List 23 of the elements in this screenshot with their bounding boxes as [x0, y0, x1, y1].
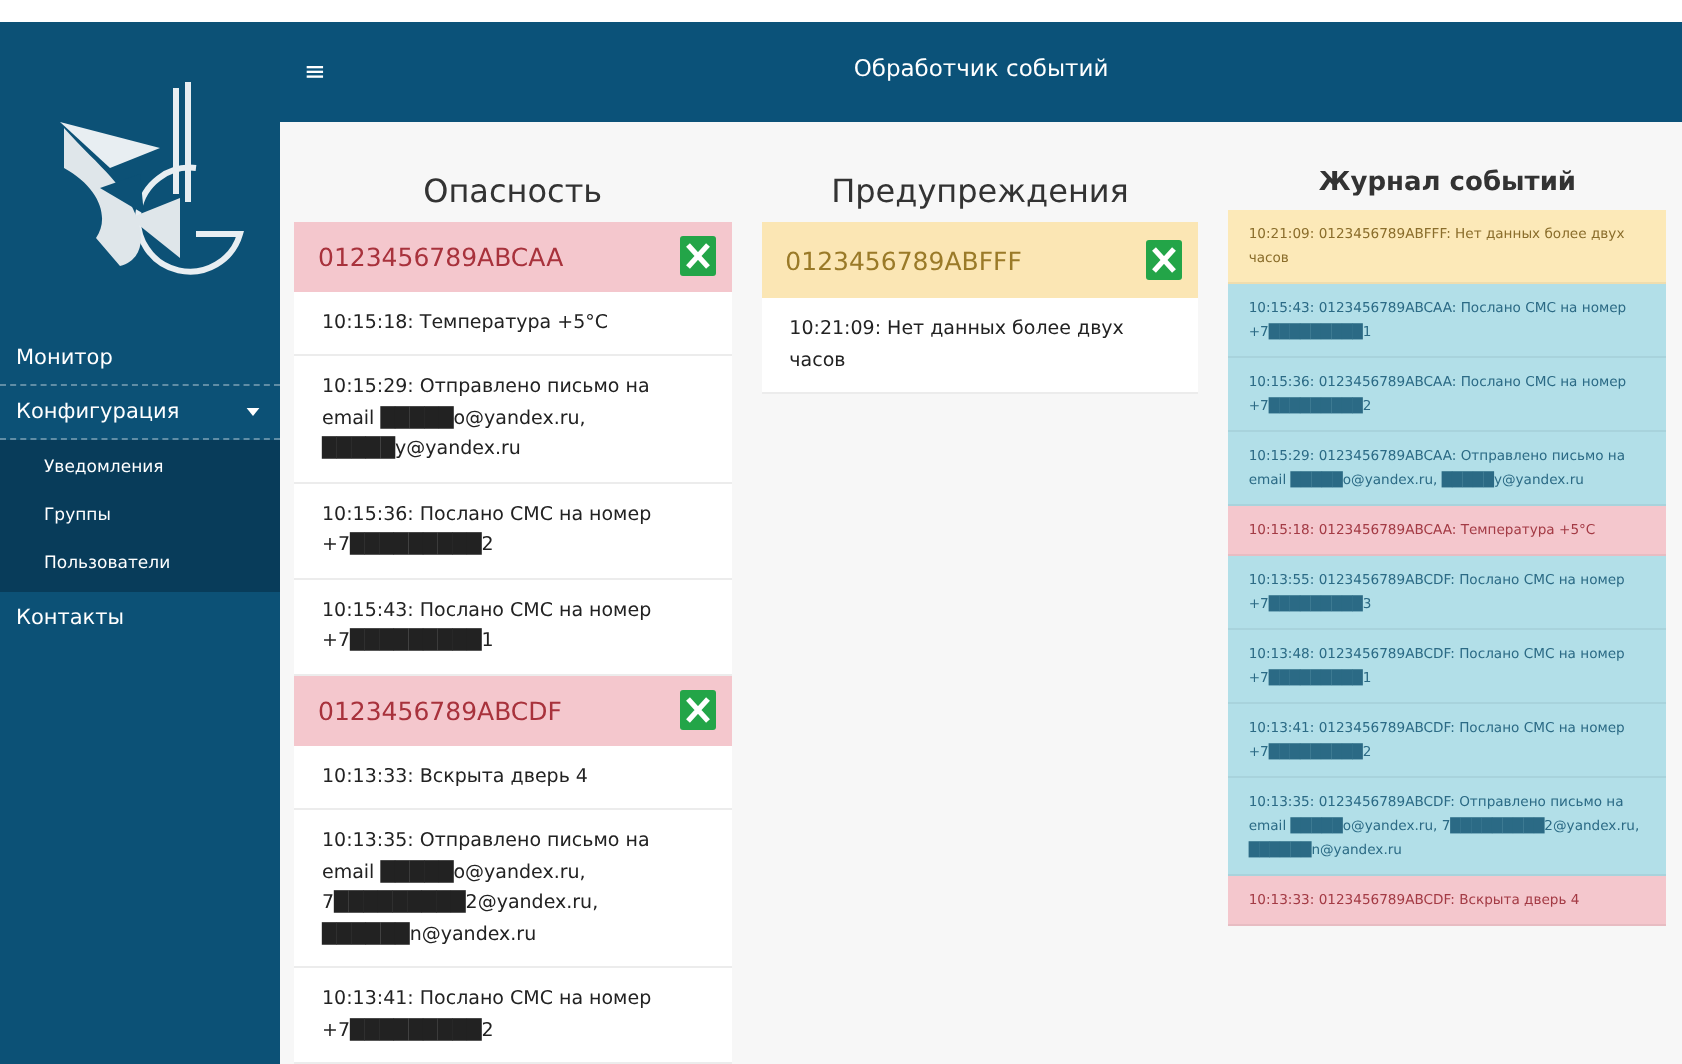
submenu-item[interactable]: Уведомления	[0, 444, 280, 492]
close-icon[interactable]	[679, 690, 716, 731]
close-icon[interactable]	[1146, 240, 1183, 280]
menu-button[interactable]: ≡	[300, 57, 330, 87]
column-title: Предупреждения	[831, 172, 1129, 210]
submenu-item[interactable]: Группы	[0, 492, 280, 540]
event-item: 10:15:43: Послано СМС на номер +7█████████1	[294, 579, 732, 676]
device-id: 0123456789ABCAA	[318, 241, 564, 272]
event-item: 10:13:41: Послано СМС на номер +7█████████2	[294, 968, 732, 1064]
event-item: 10:15:29: Отправлено письмо на email █████o@yandex.ru, █████y@yandex.ru	[294, 356, 732, 484]
sidebar-item[interactable]: Контакты	[0, 592, 280, 644]
close-icon[interactable]	[679, 236, 716, 277]
column-title: Журнал событий	[1318, 168, 1577, 198]
event-item: 10:13:35: Отправлено письмо на email █████o@yandex.ru, 7█████████2@yandex.ru, ██████n@yandex.ru	[294, 810, 732, 968]
page-title: Обработчик событий	[853, 54, 1109, 82]
device-id: 0123456789ABCDF	[318, 695, 562, 726]
submenu-item[interactable]: Пользователи	[0, 540, 280, 588]
event-item: 10:21:09: Нет данных более двух часов	[761, 298, 1199, 394]
event-item: 10:13:33: Вскрыта дверь 4	[294, 745, 732, 810]
event-item: 10:15:36: Послано СМС на номер +7█████████2	[294, 483, 732, 580]
event-item: 10:15:18: Температура +5°C	[294, 291, 732, 357]
device-id: 0123456789ABFFF	[785, 245, 1022, 275]
column-title: Опасность	[423, 172, 603, 210]
